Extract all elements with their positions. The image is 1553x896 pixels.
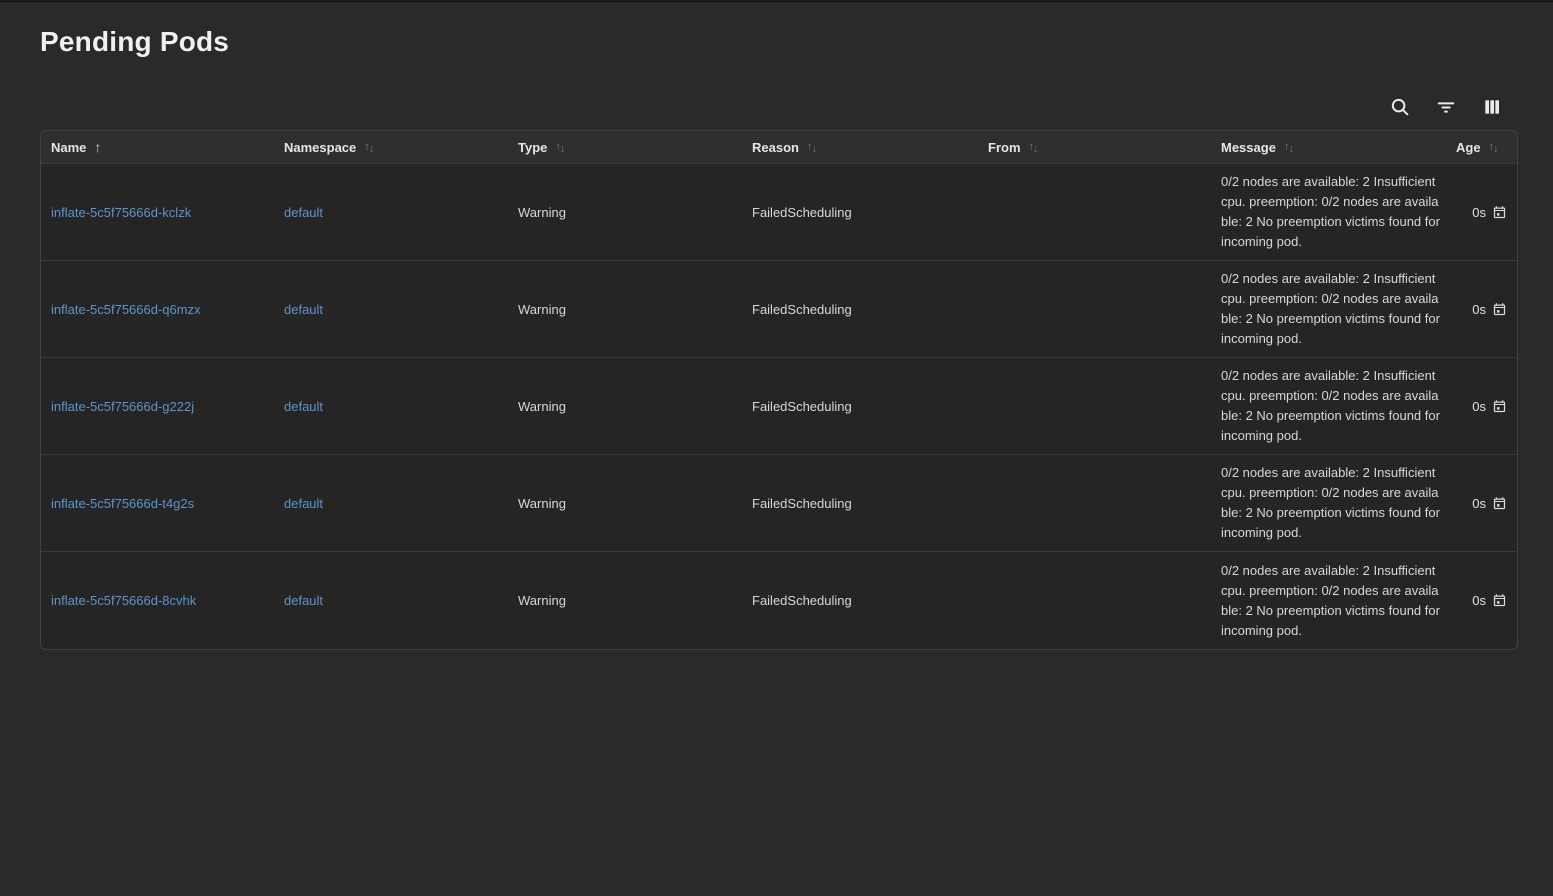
namespace-link[interactable]: default	[284, 399, 323, 414]
message-cell: 0/2 nodes are available: 2 Insufficient …	[1211, 269, 1446, 349]
columns-button[interactable]	[1479, 94, 1505, 120]
calendar-icon	[1492, 205, 1507, 220]
reason-cell: FailedScheduling	[742, 496, 978, 511]
type-cell: Warning	[508, 593, 742, 608]
pod-name-link[interactable]: inflate-5c5f75666d-g222j	[51, 399, 194, 414]
pod-name-cell: inflate-5c5f75666d-t4g2s	[41, 496, 274, 511]
type-cell: Warning	[508, 205, 742, 220]
reason-cell: FailedScheduling	[742, 205, 978, 220]
namespace-cell: default	[274, 399, 508, 414]
namespace-link[interactable]: default	[284, 302, 323, 317]
namespace-cell: default	[274, 496, 508, 511]
type-cell: Warning	[508, 399, 742, 414]
age-value: 0s	[1472, 399, 1486, 414]
pod-name-cell: inflate-5c5f75666d-kclzk	[41, 205, 274, 220]
column-header-type[interactable]: Type ↑↓	[508, 131, 742, 163]
table-header-row: Name↑Namespace↑↓Type↑↓Reason↑↓From↑↓Mess…	[41, 131, 1517, 164]
table-row[interactable]: inflate-5c5f75666d-kclzk default Warning…	[41, 164, 1517, 261]
column-label: Name	[51, 140, 86, 155]
age-cell: 0s	[1446, 302, 1517, 317]
pod-name-cell: inflate-5c5f75666d-8cvhk	[41, 593, 274, 608]
sort-toggle-icon: ↑↓	[364, 142, 373, 153]
column-header-reason[interactable]: Reason ↑↓	[742, 131, 978, 163]
table-row[interactable]: inflate-5c5f75666d-g222j default Warning…	[41, 358, 1517, 455]
age-value: 0s	[1472, 496, 1486, 511]
calendar-icon	[1492, 593, 1507, 608]
column-label: From	[988, 140, 1021, 155]
sort-toggle-icon: ↑↓	[555, 142, 564, 153]
pod-name-cell: inflate-5c5f75666d-g222j	[41, 399, 274, 414]
pending-pods-table: Name↑Namespace↑↓Type↑↓Reason↑↓From↑↓Mess…	[40, 130, 1518, 650]
age-cell: 0s	[1446, 593, 1517, 608]
message-cell: 0/2 nodes are available: 2 Insufficient …	[1211, 172, 1446, 252]
pod-name-link[interactable]: inflate-5c5f75666d-kclzk	[51, 205, 191, 220]
table-row[interactable]: inflate-5c5f75666d-8cvhk default Warning…	[41, 552, 1517, 649]
age-cell: 0s	[1446, 496, 1517, 511]
pod-name-link[interactable]: inflate-5c5f75666d-8cvhk	[51, 593, 196, 608]
age-value: 0s	[1472, 205, 1486, 220]
reason-cell: FailedScheduling	[742, 302, 978, 317]
type-cell: Warning	[508, 302, 742, 317]
pending-pods-page: Pending Pods	[0, 26, 1553, 650]
sort-toggle-icon: ↑↓	[807, 142, 816, 153]
sort-toggle-icon: ↑↓	[1489, 142, 1498, 153]
table-body: inflate-5c5f75666d-kclzk default Warning…	[41, 164, 1517, 649]
table-row[interactable]: inflate-5c5f75666d-t4g2s default Warning…	[41, 455, 1517, 552]
namespace-cell: default	[274, 205, 508, 220]
column-header-message[interactable]: Message ↑↓	[1211, 131, 1446, 163]
column-label: Namespace	[284, 140, 356, 155]
pod-name-link[interactable]: inflate-5c5f75666d-t4g2s	[51, 496, 194, 511]
column-label: Age	[1456, 140, 1481, 155]
search-button[interactable]	[1387, 94, 1413, 120]
age-cell: 0s	[1446, 399, 1517, 414]
table-row[interactable]: inflate-5c5f75666d-q6mzx default Warning…	[41, 261, 1517, 358]
column-header-name[interactable]: Name ↑	[41, 131, 274, 163]
namespace-link[interactable]: default	[284, 593, 323, 608]
namespace-cell: default	[274, 302, 508, 317]
page-title: Pending Pods	[40, 26, 1553, 58]
filter-button[interactable]	[1433, 94, 1459, 120]
columns-icon	[1482, 97, 1502, 117]
reason-cell: FailedScheduling	[742, 399, 978, 414]
sort-toggle-icon: ↑↓	[1284, 142, 1293, 153]
calendar-icon	[1492, 302, 1507, 317]
filter-icon	[1435, 96, 1457, 118]
calendar-icon	[1492, 399, 1507, 414]
calendar-icon	[1492, 496, 1507, 511]
column-header-namespace[interactable]: Namespace ↑↓	[274, 131, 508, 163]
table-toolbar	[0, 94, 1505, 120]
top-border	[0, 0, 1553, 4]
age-value: 0s	[1472, 593, 1486, 608]
column-header-from[interactable]: From ↑↓	[978, 131, 1211, 163]
message-cell: 0/2 nodes are available: 2 Insufficient …	[1211, 366, 1446, 446]
type-cell: Warning	[508, 496, 742, 511]
message-cell: 0/2 nodes are available: 2 Insufficient …	[1211, 463, 1446, 543]
age-value: 0s	[1472, 302, 1486, 317]
namespace-cell: default	[274, 593, 508, 608]
namespace-link[interactable]: default	[284, 205, 323, 220]
column-header-age[interactable]: Age ↑↓	[1446, 131, 1517, 163]
sort-asc-icon: ↑	[94, 140, 101, 154]
age-cell: 0s	[1446, 205, 1517, 220]
column-label: Reason	[752, 140, 799, 155]
column-label: Message	[1221, 140, 1276, 155]
reason-cell: FailedScheduling	[742, 593, 978, 608]
search-icon	[1389, 96, 1411, 118]
column-label: Type	[518, 140, 547, 155]
pod-name-cell: inflate-5c5f75666d-q6mzx	[41, 302, 274, 317]
pod-name-link[interactable]: inflate-5c5f75666d-q6mzx	[51, 302, 201, 317]
namespace-link[interactable]: default	[284, 496, 323, 511]
message-cell: 0/2 nodes are available: 2 Insufficient …	[1211, 561, 1446, 641]
sort-toggle-icon: ↑↓	[1029, 142, 1038, 153]
